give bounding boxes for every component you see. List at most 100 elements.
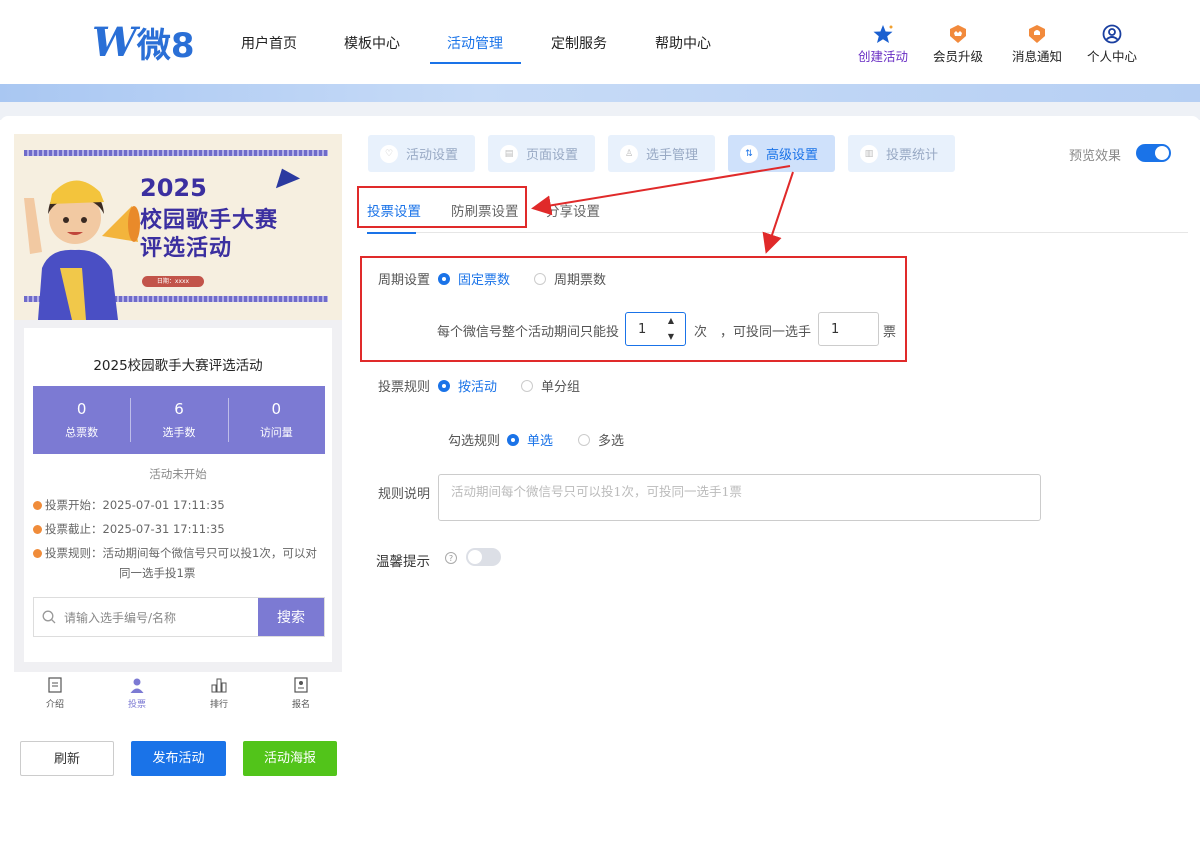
stat-visits: 0 访问量 (227, 386, 325, 454)
step-activity-settings[interactable]: ♡ 活动设置 (368, 135, 475, 172)
stat-number: 0 (76, 400, 87, 418)
radio-multi-select[interactable]: 多选 (578, 430, 624, 449)
publish-activity-button[interactable]: 发布活动 (131, 741, 226, 776)
subtab-share-settings[interactable]: 分享设置 (546, 200, 600, 220)
radio-by-activity[interactable]: 按活动 (438, 376, 497, 395)
activity-poster: 2025 校园歌手大赛 评选活动 日期：xxxx (14, 134, 342, 320)
nav-home[interactable]: 用户首页 (241, 33, 297, 53)
document-icon (48, 677, 62, 693)
person-icon: ♙ (620, 144, 638, 163)
radio-circle (507, 433, 519, 446)
personal-center-button[interactable]: 个人中心 (1082, 24, 1142, 65)
tab-vote[interactable]: 投票 (96, 672, 178, 716)
bell-badge-icon (1029, 25, 1045, 43)
vote-start-time: 投票开始：2025-07-01 17:11:35 (33, 496, 225, 515)
stat-number: 6 (174, 400, 184, 418)
logo-text: 微8 (136, 25, 195, 66)
preview-effect-toggle[interactable] (1136, 144, 1171, 162)
subtab-active-underline (367, 232, 416, 234)
info-dot-icon (33, 501, 42, 510)
header-banner (0, 84, 1200, 102)
rule-description-textarea[interactable]: 活动期间每个微信号只可以投1次，可投同一选手1票 (438, 474, 1041, 521)
toggle-knob (1155, 146, 1169, 160)
activity-title: 2025校园歌手大赛评选活动 (93, 358, 263, 374)
help-circle-icon[interactable]: ? (445, 552, 457, 564)
step-label: 选手管理 (646, 148, 699, 163)
warm-tip-toggle[interactable] (466, 548, 501, 566)
rule-description-label: 规则说明 (378, 487, 431, 502)
notifications-label: 消息通知 (1011, 49, 1062, 64)
nav-help[interactable]: 帮助中心 (655, 33, 711, 53)
notifications-button[interactable]: 消息通知 (1007, 24, 1067, 65)
tab-signup-label: 报名 (291, 700, 310, 710)
tab-vote-label: 投票 (127, 700, 146, 710)
sliders-icon: ⇅ (740, 144, 758, 163)
mobile-tabbar: 介绍 投票 排行 报名 (14, 672, 342, 716)
step-label: 活动设置 (406, 148, 459, 163)
nav-active-underline (430, 62, 521, 64)
member-upgrade-label: 会员升级 (932, 49, 983, 64)
radio-circle (521, 379, 533, 392)
tab-ranking[interactable]: 排行 (178, 672, 260, 716)
radio-single-select[interactable]: 单选 (507, 430, 553, 449)
logo-mark: W (92, 18, 137, 66)
poster-title-sub: 评选活动 (140, 236, 233, 261)
search-button[interactable]: 搜索 (258, 598, 324, 636)
activity-info-panel: 2025校园歌手大赛评选活动 0 总票数 6 选手数 0 访问量 活动未开始 投… (24, 328, 332, 662)
nav-custom-service[interactable]: 定制服务 (551, 33, 607, 53)
stats-bar: 0 总票数 6 选手数 0 访问量 (33, 386, 325, 454)
step-label: 页面设置 (526, 148, 579, 163)
create-activity-button[interactable]: 创建活动 (853, 24, 913, 65)
radio-circle (578, 433, 590, 446)
star-icon (873, 25, 893, 43)
warm-tip-label: 温馨提示 (376, 554, 430, 570)
radio-circle (438, 379, 450, 392)
preview-effect-label: 预览效果 (1069, 149, 1122, 164)
vote-rule-label: 投票规则 (378, 380, 431, 395)
annotation-box-subtabs (357, 186, 527, 228)
poster-title-year: 2025 (140, 174, 207, 202)
activity-poster-button[interactable]: 活动海报 (243, 741, 337, 776)
nav-activity-management[interactable]: 活动管理 (447, 33, 503, 53)
radio-label: 多选 (598, 434, 625, 449)
crown-badge-icon (950, 25, 966, 43)
refresh-button[interactable]: 刷新 (20, 741, 114, 776)
create-activity-label: 创建活动 (857, 49, 908, 64)
vote-end-time: 投票截止：2025-07-31 17:11:35 (33, 520, 225, 539)
tab-intro[interactable]: 介绍 (14, 672, 96, 716)
search-input[interactable]: 请输入选手编号/名称 (34, 598, 258, 636)
radio-label: 单分组 (541, 380, 581, 395)
vote-end-text: 投票截止：2025-07-31 17:11:35 (45, 522, 225, 536)
brand-logo[interactable]: W 微8 (92, 18, 195, 66)
nav-templates[interactable]: 模板中心 (344, 33, 400, 53)
mobile-preview: 2025 校园歌手大赛 评选活动 日期：xxxx 2025校园歌手大赛评选活动 … (14, 134, 342, 672)
stat-number: 0 (271, 400, 282, 418)
tab-ranking-label: 排行 (209, 700, 228, 710)
person-icon (130, 678, 144, 693)
tab-signup[interactable]: 报名 (260, 672, 342, 716)
vote-start-text: 投票开始：2025-07-01 17:11:35 (45, 498, 225, 512)
annotation-box-cycle (360, 256, 907, 362)
member-upgrade-button[interactable]: 会员升级 (928, 24, 988, 65)
step-advanced-settings[interactable]: ⇅ 高级设置 (728, 135, 835, 172)
radio-single-group[interactable]: 单分组 (521, 376, 580, 395)
subtab-divider (367, 232, 1188, 233)
contestant-search: 请输入选手编号/名称 搜索 (33, 597, 325, 637)
step-label: 高级设置 (766, 148, 819, 163)
vote-rule: 投票规则：活动期间每个微信号只可以投1次，可以对 (33, 544, 317, 563)
page-icon: ▤ (500, 144, 518, 163)
stat-label: 选手数 (162, 426, 196, 439)
signup-form-icon (294, 677, 308, 693)
check-rule-label: 勾选规则 (448, 434, 501, 449)
heart-icon: ♡ (380, 144, 398, 163)
stat-label: 总票数 (65, 426, 99, 439)
step-vote-statistics[interactable]: ▥ 投票统计 (848, 135, 955, 172)
poster-stripe-top (24, 150, 328, 156)
step-contestant-management[interactable]: ♙ 选手管理 (608, 135, 715, 172)
step-page-settings[interactable]: ▤ 页面设置 (488, 135, 595, 172)
poster-date: 日期：xxxx (142, 276, 204, 287)
toggle-knob (468, 550, 482, 564)
activity-status: 活动未开始 (149, 467, 207, 481)
top-navbar: W 微8 用户首页 模板中心 活动管理 定制服务 帮助中心 创建活动 会员升级 … (0, 0, 1200, 84)
bar-chart-icon (211, 678, 227, 693)
